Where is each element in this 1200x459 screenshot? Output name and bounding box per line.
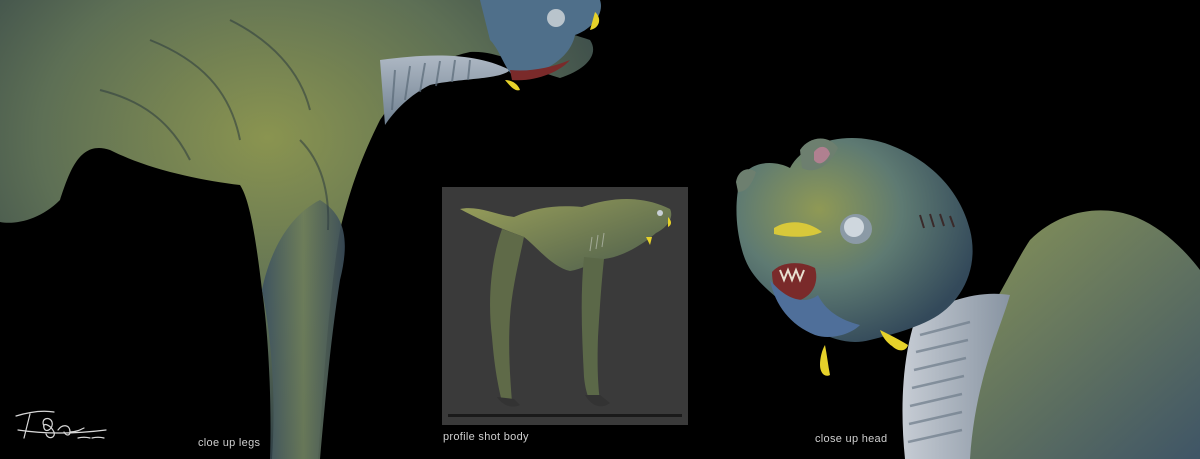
ground-line	[448, 414, 682, 417]
profile-body-image	[442, 187, 688, 425]
artist-signature	[14, 404, 114, 446]
caption-legs: cloe up legs	[198, 437, 261, 449]
caption-profile: profile shot body	[443, 431, 529, 443]
head-closeup-image	[730, 130, 1200, 459]
caption-head: close up head	[815, 433, 888, 445]
